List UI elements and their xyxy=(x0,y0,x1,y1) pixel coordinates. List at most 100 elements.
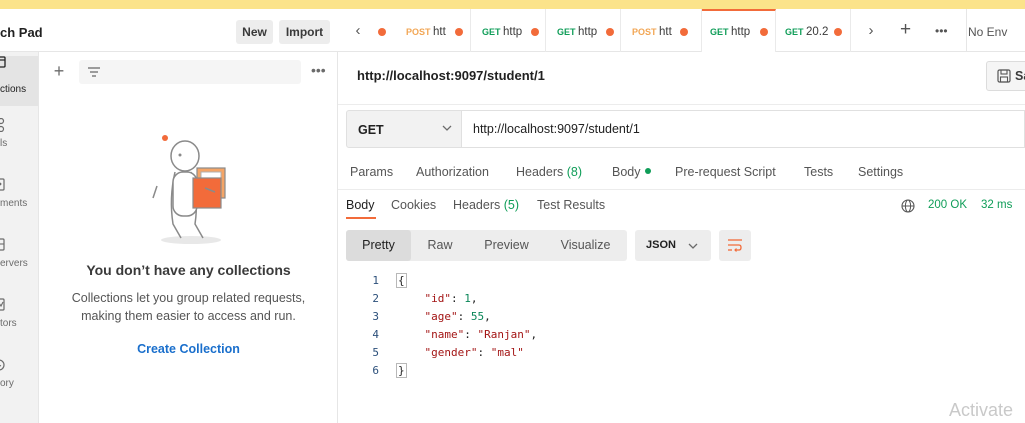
request-tab[interactable]: GET 20.2 xyxy=(776,9,851,52)
activation-watermark: Activate xyxy=(949,400,1014,420)
tab-settings[interactable]: Settings xyxy=(858,165,903,179)
chevron-left-icon[interactable]: ‹ xyxy=(350,23,366,39)
empty-state-line: making them easier to access and run. xyxy=(81,309,296,323)
new-button[interactable]: New xyxy=(236,20,273,44)
json-key: "id" xyxy=(424,292,452,305)
request-tab[interactable]: POST htt xyxy=(621,9,702,52)
empty-state-line: Collections let you group related reques… xyxy=(71,291,306,305)
collections-icon xyxy=(0,56,8,68)
mock-servers-icon xyxy=(0,238,8,251)
empty-state-description: Collections let you group related reques… xyxy=(59,289,318,325)
divider xyxy=(338,189,1025,190)
tab-params[interactable]: Params xyxy=(350,165,393,179)
chevron-down-icon xyxy=(442,125,452,131)
tab-headers[interactable]: Headers (8) xyxy=(516,165,582,179)
line-number: 2 xyxy=(372,292,379,305)
sidebar-item-monitors[interactable]: tors xyxy=(0,298,38,348)
unsaved-dot-icon xyxy=(378,28,386,36)
tab-authorization[interactable]: Authorization xyxy=(416,165,489,179)
globe-icon[interactable] xyxy=(901,199,915,213)
response-time[interactable]: 32 ms xyxy=(981,199,1012,211)
empty-collections-illustration xyxy=(152,135,226,244)
response-headers-count: (5) xyxy=(503,198,520,212)
create-collection-link[interactable]: Create Collection xyxy=(39,342,338,356)
sidebar-item-label: ory xyxy=(0,378,14,389)
view-mode-visualize[interactable]: Visualize xyxy=(544,230,627,261)
view-mode-preview[interactable]: Preview xyxy=(469,230,544,261)
sidebar-item-mock-servers[interactable]: ervers xyxy=(0,238,38,288)
tab-tests[interactable]: Tests xyxy=(804,165,833,179)
response-tab-headers[interactable]: Headers (5) xyxy=(453,198,519,212)
request-tab[interactable]: GET http xyxy=(546,9,621,52)
response-headers-label: Headers xyxy=(453,198,501,212)
add-collection-button[interactable]: + xyxy=(51,62,67,80)
sidebar-rail: ctions ls ments ervers tors ory xyxy=(0,52,39,423)
response-tab-body[interactable]: Body xyxy=(346,198,375,212)
tab-label: http xyxy=(578,26,598,38)
line-number: 3 xyxy=(372,310,379,323)
format-value: JSON xyxy=(646,239,676,251)
sidebar-item-collections[interactable]: ctions xyxy=(0,56,38,106)
json-key: "age" xyxy=(424,310,458,323)
sidebar-item-label: tors xyxy=(0,318,17,329)
sidebar-item-environments[interactable]: ments xyxy=(0,178,38,228)
unsaved-dot-icon xyxy=(834,28,842,36)
environment-selector[interactable]: No Env xyxy=(968,25,1007,39)
chevron-right-icon[interactable]: › xyxy=(863,23,879,39)
format-select[interactable]: JSON xyxy=(635,230,711,261)
notification-banner xyxy=(0,0,1025,9)
code-line: "name": "Ranjan", xyxy=(424,328,538,341)
status-code[interactable]: 200 OK xyxy=(928,199,967,211)
request-tab-active[interactable]: GET http xyxy=(702,9,776,52)
request-tab[interactable]: GET http xyxy=(471,9,546,52)
new-tab-plus-icon[interactable]: + xyxy=(900,20,911,39)
url-input[interactable]: http://localhost:9097/student/1 xyxy=(462,110,1025,148)
tab-body[interactable]: Body xyxy=(612,165,651,179)
method-select[interactable]: GET xyxy=(346,110,462,148)
filter-icon xyxy=(88,67,100,77)
divider xyxy=(338,104,1025,105)
code-line: "age": 55, xyxy=(424,310,491,323)
line-number: 5 xyxy=(372,346,379,359)
response-tab-cookies[interactable]: Cookies xyxy=(391,198,436,212)
tab-method: GET xyxy=(710,27,729,37)
request-tab-strip: ‹ POST htt GET http GET http POST htt GE… xyxy=(338,9,1025,52)
request-tab[interactable]: POST htt xyxy=(395,9,471,52)
json-value: "mal" xyxy=(490,346,524,359)
unsaved-dot-icon xyxy=(531,28,539,36)
empty-state-title: You don’t have any collections xyxy=(86,262,291,278)
save-button[interactable]: Sa xyxy=(986,61,1025,91)
divider xyxy=(966,9,967,52)
tab-pre-request-script[interactable]: Pre-request Script xyxy=(675,165,776,179)
json-value: 55 xyxy=(470,310,485,323)
view-mode-pretty[interactable]: Pretty xyxy=(346,230,411,261)
tab-label: htt xyxy=(433,26,446,38)
sidebar-item-history[interactable]: ory xyxy=(0,358,38,408)
tab-label: http xyxy=(731,26,751,38)
wrap-lines-button[interactable] xyxy=(719,230,751,261)
import-button[interactable]: Import xyxy=(279,20,330,44)
more-options-icon[interactable]: ••• xyxy=(311,63,326,77)
filter-input[interactable] xyxy=(79,60,301,84)
open-brace: { xyxy=(396,273,407,288)
sidebar-item-apis[interactable]: ls xyxy=(0,117,38,168)
chevron-down-icon xyxy=(688,243,698,249)
history-icon xyxy=(0,358,8,371)
tab-label: 20.2 xyxy=(806,26,829,38)
apis-icon xyxy=(0,117,8,133)
collections-panel: + ••• You don’t have any collections Col… xyxy=(39,52,338,423)
save-icon xyxy=(997,69,1011,83)
wrap-lines-icon xyxy=(728,239,742,252)
line-number: 1 xyxy=(372,274,379,287)
sidebar-item-label: ctions xyxy=(0,84,27,95)
response-tab-test-results[interactable]: Test Results xyxy=(537,198,605,212)
url-value: http://localhost:9097/student/1 xyxy=(473,122,640,136)
sidebar-item-label: ls xyxy=(0,138,8,149)
active-tab-indicator xyxy=(346,217,376,219)
view-mode-raw[interactable]: Raw xyxy=(411,230,469,261)
code-line: { xyxy=(396,272,407,290)
view-mode-selector: Pretty Raw Preview Visualize xyxy=(346,230,627,261)
more-tabs-icon[interactable]: ••• xyxy=(935,24,948,38)
monitors-icon xyxy=(0,298,8,311)
tab-body-label: Body xyxy=(612,165,641,179)
